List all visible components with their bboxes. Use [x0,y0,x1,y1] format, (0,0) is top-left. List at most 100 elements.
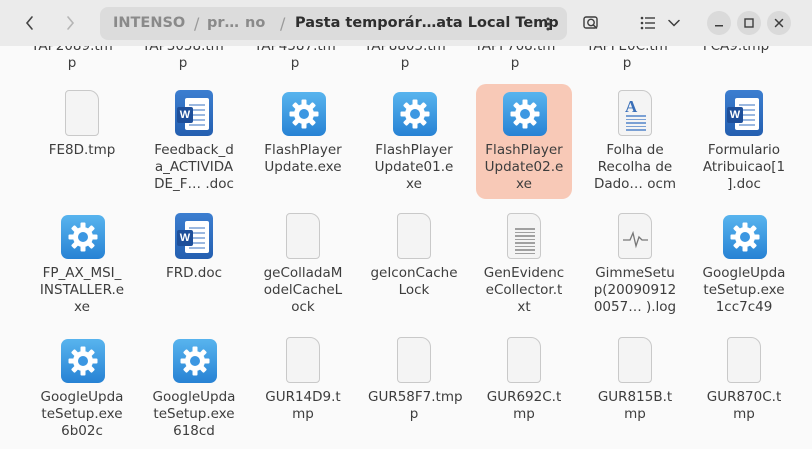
breadcrumb-current[interactable]: Pasta temporár…ata Local Temp [295,7,559,40]
file-tile[interactable]: A Folha de Recolha de Dado… ocm [587,84,683,199]
file-name-label: GoogleUpda teSetup.exe 1cc7c49 [698,265,790,316]
file-tile[interactable]: FP_AX_MSI_ INSTALLER.e xe [34,207,130,322]
file-name-line: FCA9.tmp [702,46,770,54]
breadcrumb-root[interactable]: INTENSO [113,7,185,40]
file-tile-selected[interactable]: FlashPlayer Update02.e xe [476,84,572,199]
file-name-label: Formulario Atribuicao[1].doc [698,142,790,193]
file-name-line: mp [624,406,646,422]
file-name-line: GoogleUpda [152,389,236,405]
file-name-line: Formulario [707,142,781,158]
file-name-line: p [409,406,419,422]
file-name-line: Atribuicao[1 [702,159,786,175]
file-tile[interactable]: GUR692C.t mp [476,331,572,446]
file-name-line: xe [74,299,90,315]
search-icon [583,16,598,29]
list-view-icon [640,16,655,30]
file-name-label: GimmeSetu p(20090912 0057… ).log [589,265,681,316]
partial-file-label[interactable]: TAP3058.tm p [133,46,233,72]
file-name-line: GoogleUpda [40,389,124,405]
file-name-line: INSTALLER.e [39,282,125,298]
path-menu-button[interactable] [537,13,559,35]
file-tile[interactable]: GoogleUpda teSetup.exe 6b02c [34,331,130,446]
file-tile[interactable]: GoogleUpda teSetup.exe 618cd [146,331,242,446]
file-name-label: GUR815B.t mp [589,389,681,423]
executable-gear-icon [61,213,105,261]
partial-file-label[interactable]: TAP2089.tm p [22,46,122,72]
file-tile[interactable]: GenEvidenc eCollector.t xt [476,207,572,322]
file-tile[interactable]: W Feedback_d a_ACTIVIDA DE_F… .doc [146,84,242,199]
close-icon [774,18,784,28]
file-tile[interactable]: GUR14D9.t mp [255,331,351,446]
back-button[interactable] [14,8,46,38]
file-tile[interactable]: geColladaM odelCacheL ock [255,207,351,322]
maximize-button[interactable] [737,11,761,35]
file-tile[interactable]: GoogleUpda teSetup.exe 1cc7c49 [696,207,792,322]
file-name-line: p [67,55,77,71]
file-name-label: FlashPlayer Update02.e xe [478,142,570,193]
word-document-icon: W [723,90,765,138]
executable-gear-icon [282,90,326,138]
file-tile[interactable]: W Formulario Atribuicao[1].doc [696,84,792,199]
minimize-icon [715,25,723,27]
chevron-left-icon [25,16,33,30]
file-name-line: p(20090912 [593,282,677,298]
file-name-line: mp [292,406,314,422]
file-grid: TAP2089.tm p TAP3058.tm p TAP4587.tm p TAP8805… [0,46,812,449]
file-name-line: Feedback_d [154,142,234,158]
file-name-line: xt [517,299,531,315]
partial-file-label[interactable]: TAPF768.tm p [465,46,565,72]
file-name-line: mp [513,406,535,422]
file-name-label: GUR870C.t mp [698,389,790,423]
file-name-line: GUR58F7.tmp [368,389,463,405]
file-name-line: eCollector.t [485,282,563,298]
file-tile[interactable]: FlashPlayer Update01.e xe [366,84,462,199]
blank-file-icon [393,213,435,261]
file-name-label: GenEvidenc eCollector.t xt [478,265,570,316]
file-tile[interactable]: GUR870C.t mp [696,331,792,446]
file-tile[interactable]: FE8D.tmp [34,84,130,199]
file-name-label: GoogleUpda teSetup.exe 618cd [148,389,240,440]
file-name-label: FE8D.tmp [36,142,128,159]
file-tile[interactable]: FlashPlayer Update.exe [255,84,351,199]
word-document-icon: W [173,213,215,261]
breadcrumb-separator: / [194,14,200,33]
breadcrumb-separator: / [280,14,286,33]
file-name-line: GUR692C.t [486,389,562,405]
forward-button[interactable] [54,8,86,38]
file-tile[interactable]: GUR815B.t mp [587,331,683,446]
breadcrumb-middle-2[interactable]: no [245,7,265,40]
file-name-line: 0057… ).log [593,299,677,315]
file-name-line: geIconCache [370,265,458,281]
minimize-button[interactable] [707,11,731,35]
partial-file-row: TAP2089.tm p TAP3058.tm p TAP4587.tm p TAP8805… [0,46,812,72]
breadcrumb-middle[interactable]: pr… [207,7,239,40]
file-tile[interactable]: GimmeSetu p(20090912 0057… ).log [587,207,683,322]
file-name-line: GUR14D9.t [265,389,341,405]
file-tile[interactable]: W FRD.doc [146,207,242,322]
file-name-line: TAP8805.tm [364,46,446,54]
file-name-line: 1cc7c49 [715,299,773,315]
partial-file-label[interactable]: TAP8805.tm p [355,46,455,72]
list-view-button[interactable] [633,8,663,38]
search-button[interactable] [576,8,606,38]
file-tile[interactable]: geIconCache Lock [366,207,462,322]
file-name-line: TAP2089.tm [31,46,113,54]
file-name-line: FlashPlayer [375,142,453,158]
file-name-label: geIconCache Lock [368,265,460,299]
file-name-label: Folha de Recolha de Dado… ocm [589,142,681,193]
executable-gear-icon [61,337,105,385]
file-name-line: p [400,55,410,71]
partial-file-label[interactable]: FCA9.tmp [686,46,786,55]
partial-file-label[interactable]: TAPFE0C.tm p [577,46,677,72]
file-name-line: teSetup.exe [703,282,785,298]
executable-gear-icon [723,213,767,261]
partial-file-label[interactable]: TAP4587.tm p [245,46,345,72]
view-options-button[interactable] [661,8,687,38]
file-name-label: FlashPlayer Update01.e xe [368,142,460,193]
file-name-line: GenEvidenc [483,265,565,281]
file-name-line: xe [406,176,422,192]
file-tile[interactable]: GUR58F7.tmp p [366,331,463,446]
close-button[interactable] [767,11,791,35]
file-name-label: FlashPlayer Update.exe [257,142,349,176]
file-name-line: DE_F… .doc [154,176,234,192]
